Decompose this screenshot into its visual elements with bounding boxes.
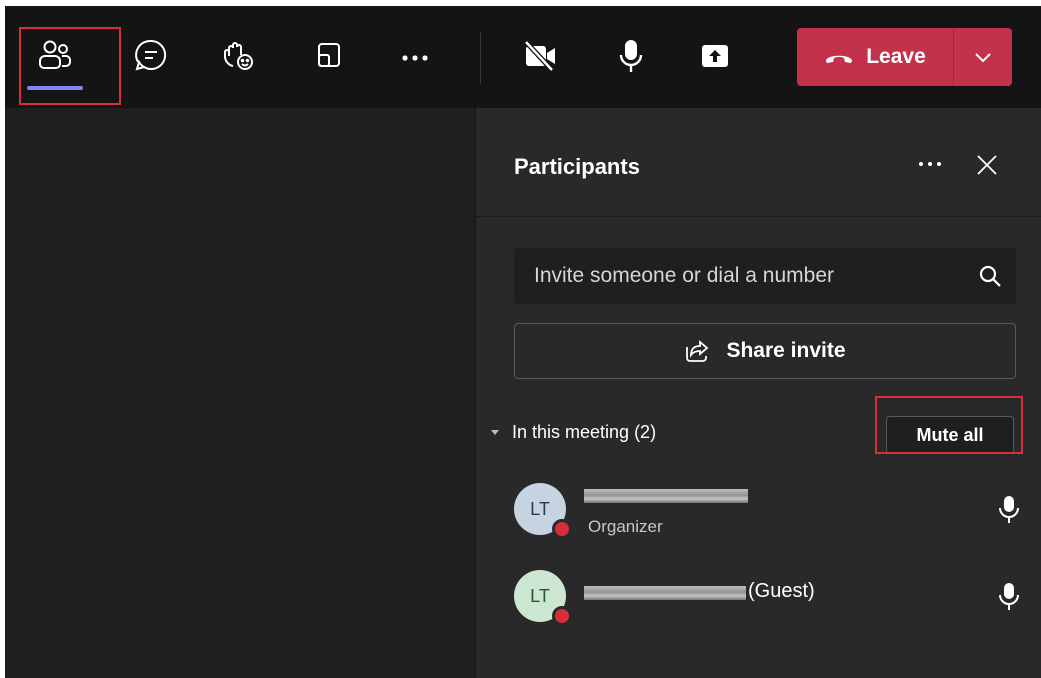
participant-row[interactable]: LT Organizer <box>514 483 1024 547</box>
share-icon <box>686 340 709 362</box>
share-invite-label: Share invite <box>726 339 846 362</box>
panel-title: Participants <box>514 154 640 179</box>
more-icon <box>919 162 941 166</box>
leave-button-group: Leave <box>797 28 1012 86</box>
react-button[interactable] <box>209 28 269 98</box>
toolbar-divider <box>480 32 481 84</box>
caret-down-icon <box>491 429 499 435</box>
share-screen-icon <box>702 45 728 67</box>
people-icon <box>39 40 71 69</box>
guest-tag: (Guest) <box>748 580 815 602</box>
teams-meeting-window: Leave Participants Invite someone or dia… <box>5 6 1041 678</box>
close-panel-button[interactable] <box>972 150 1002 180</box>
search-button[interactable] <box>978 264 1002 288</box>
invite-search-box <box>514 248 1016 304</box>
avatar-initials: LT <box>530 498 550 519</box>
more-icon <box>402 55 428 61</box>
mic-icon <box>999 583 1019 610</box>
search-icon <box>979 265 1001 287</box>
participant-mic-status <box>998 582 1024 612</box>
mic-toggle-button[interactable] <box>601 28 661 98</box>
participant-row[interactable]: LT (Guest) <box>514 570 1024 634</box>
redacted-participant-name <box>584 489 748 503</box>
chevron-down-icon <box>975 53 991 63</box>
chat-button[interactable] <box>121 28 181 98</box>
leave-button[interactable]: Leave <box>797 28 953 86</box>
close-icon <box>977 155 997 175</box>
panel-more-options-button[interactable] <box>912 150 948 178</box>
meeting-toolbar: Leave <box>5 6 1041 108</box>
invite-search-input[interactable] <box>514 248 954 304</box>
raise-hand-icon <box>224 42 253 70</box>
presence-busy-indicator <box>552 519 572 539</box>
presence-busy-indicator <box>552 606 572 626</box>
share-invite-button[interactable]: Share invite <box>514 323 1016 379</box>
camera-off-icon <box>524 40 555 72</box>
mute-all-button[interactable]: Mute all <box>886 416 1014 454</box>
hang-up-icon <box>826 55 853 63</box>
leave-label: Leave <box>866 45 926 68</box>
more-options-button[interactable] <box>385 28 445 98</box>
participant-role: Organizer <box>588 517 663 536</box>
chat-icon <box>135 39 167 71</box>
panel-header-divider <box>476 216 1041 217</box>
rooms-icon <box>318 43 340 67</box>
share-screen-button[interactable] <box>685 28 745 98</box>
redacted-participant-name <box>584 586 746 600</box>
participant-mic-status <box>998 495 1024 525</box>
active-tab-indicator <box>27 86 83 90</box>
mic-icon <box>999 496 1019 523</box>
avatar-initials: LT <box>530 585 550 606</box>
mic-icon <box>619 40 643 72</box>
in-meeting-section-header: In this meeting (2) Mute all <box>490 408 1030 456</box>
camera-toggle-button[interactable] <box>510 28 570 98</box>
rooms-button[interactable] <box>299 28 359 98</box>
in-meeting-section-toggle[interactable]: In this meeting (2) <box>490 422 656 443</box>
leave-options-dropdown[interactable] <box>954 28 1012 86</box>
participants-panel: Participants Invite someone or dial a nu… <box>475 108 1041 678</box>
in-meeting-section-label: In this meeting (2) <box>512 422 657 442</box>
